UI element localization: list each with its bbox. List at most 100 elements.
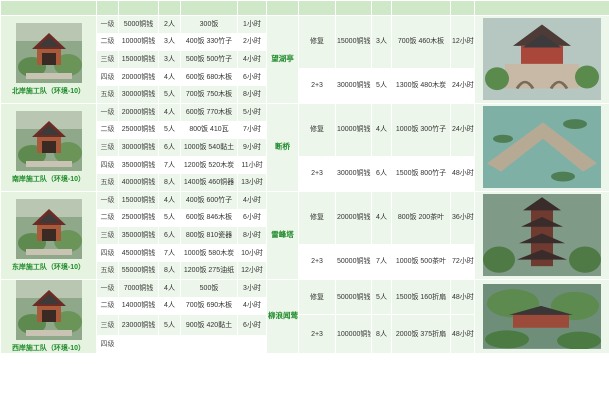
level-cell: 四级 xyxy=(96,155,119,175)
header-cost xyxy=(118,0,159,16)
time-cell: 13小时 xyxy=(237,173,267,192)
team-cell: 西岸施工队（环境-10） xyxy=(0,278,97,354)
upgrade-cost-cell: 100000铜钱 xyxy=(335,314,372,354)
cost-cell: 40000铜钱 xyxy=(118,173,159,192)
table-row: 南岸施工队（环境-10） 一级 20000铜钱 4人 600饭 770木板 5小时 断桥 修复… xyxy=(0,102,609,192)
cost-cell: 14000铜钱 xyxy=(118,296,159,316)
building-preview-image xyxy=(483,106,601,189)
upgrade-type-cell: 修复 xyxy=(298,102,336,157)
team-thumbnail xyxy=(15,198,82,259)
time-cell: 6小时 xyxy=(237,67,267,87)
people-cell: 5人 xyxy=(158,120,181,140)
upgrade-time-cell: 48小时 xyxy=(450,314,475,354)
header-building xyxy=(266,0,299,16)
header-repair xyxy=(298,0,336,16)
upgrade-material-cell: 1500饭 160折扇 xyxy=(391,278,451,316)
team-cell: 东岸施工队（环境-10） xyxy=(0,190,97,280)
upgrade-people-cell: 7人 xyxy=(371,243,392,280)
preview-cell xyxy=(474,190,609,280)
people-cell: 4人 xyxy=(158,102,181,122)
time-cell: 6小时 xyxy=(237,314,267,337)
time-cell: 4小时 xyxy=(237,190,267,210)
material-cell: 600饭 846木板 xyxy=(180,208,238,228)
building-cell: 断桥 xyxy=(266,102,299,192)
time-cell: 8小时 xyxy=(237,85,267,104)
header-repair-time xyxy=(450,0,475,16)
material-cell: 1000饭 580木炭 xyxy=(180,243,238,263)
construction-table: 北岸施工队（环境-10） 一级 5000铜钱 2人 300饭 1小时 望湖亭 修复 15000铜… xyxy=(0,0,609,354)
level-cell: 三级 xyxy=(96,314,119,337)
upgrade-time-cell: 36小时 xyxy=(450,190,475,245)
material-cell: 1200饭 520木炭 xyxy=(180,155,238,175)
level-cell: 二级 xyxy=(96,296,119,316)
header-preview xyxy=(474,0,609,16)
upgrade-cost-cell: 15000铜钱 xyxy=(335,15,372,69)
cost-cell: 10000铜钱 xyxy=(118,32,159,52)
upgrade-cost-cell: 30000铜钱 xyxy=(335,67,372,104)
material-cell: 1400饭 460铜器 xyxy=(180,173,238,192)
level-cell: 一级 xyxy=(96,278,119,298)
cost-cell: 45000铜钱 xyxy=(118,243,159,263)
team-cell: 南岸施工队（环境-10） xyxy=(0,102,97,192)
level-cell: 二级 xyxy=(96,208,119,228)
building-name: 雷峰塔 xyxy=(271,230,294,240)
building-name: 望湖亭 xyxy=(271,54,294,64)
cost-cell: 15000铜钱 xyxy=(118,190,159,210)
building-preview-image xyxy=(483,18,601,101)
people-cell: 8人 xyxy=(158,173,181,192)
upgrade-type-cell: 2+3 xyxy=(298,314,336,354)
material-cell: 400饭 600竹子 xyxy=(180,190,238,210)
material-cell: 500饭 xyxy=(180,278,238,298)
level-cell: 四级 xyxy=(96,243,119,263)
people-cell: 6人 xyxy=(158,226,181,245)
level-cell: 五级 xyxy=(96,85,119,104)
people-cell: 4人 xyxy=(158,278,181,298)
time-cell: 9小时 xyxy=(237,138,267,157)
time-cell: 4小时 xyxy=(237,50,267,69)
upgrade-cost-cell: 50000铜钱 xyxy=(335,278,372,316)
team-name: 西岸施工队（环境-10） xyxy=(11,344,86,352)
material-cell: 900饭 420黏土 xyxy=(180,314,238,337)
material-cell: 1000饭 540黏土 xyxy=(180,138,238,157)
people-cell xyxy=(158,335,181,354)
building-preview-image xyxy=(483,194,601,277)
time-cell: 3小时 xyxy=(237,278,267,298)
level-cell: 一级 xyxy=(96,15,119,34)
building-cell: 柳浪闻莺 xyxy=(266,278,299,354)
cost-cell xyxy=(118,335,159,354)
table-row: 东岸施工队（环境-10） 一级 15000铜钱 4人 400饭 600竹子 4小时 雷峰塔修… xyxy=(0,190,609,280)
upgrade-people-cell: 5人 xyxy=(371,67,392,104)
material-cell: 800饭 410瓦 xyxy=(180,120,238,140)
header-repair-cost xyxy=(335,0,372,16)
upgrade-cost-cell: 10000铜钱 xyxy=(335,102,372,157)
building-cell: 雷峰塔 xyxy=(266,190,299,280)
level-cell: 五级 xyxy=(96,261,119,280)
people-cell: 3人 xyxy=(158,50,181,69)
time-cell: 5小时 xyxy=(237,102,267,122)
upgrade-type-cell: 修复 xyxy=(298,15,336,69)
time-cell: 11小时 xyxy=(237,155,267,175)
header-repair-material xyxy=(391,0,451,16)
upgrade-material-cell: 700饭 460木板 xyxy=(391,15,451,69)
material-cell xyxy=(180,335,238,354)
header-team xyxy=(0,0,97,16)
level-cell: 三级 xyxy=(96,138,119,157)
level-cell: 一级 xyxy=(96,190,119,210)
time-cell: 4小时 xyxy=(237,296,267,316)
preview-cell xyxy=(474,102,609,192)
material-cell: 700饭 690木板 xyxy=(180,296,238,316)
upgrade-material-cell: 2000饭 375折扇 xyxy=(391,314,451,354)
people-cell: 8人 xyxy=(158,261,181,280)
material-cell: 800饭 810瓷器 xyxy=(180,226,238,245)
people-cell: 6人 xyxy=(158,138,181,157)
material-cell: 500饭 500竹子 xyxy=(180,50,238,69)
cost-cell: 25000铜钱 xyxy=(118,208,159,228)
header-people xyxy=(158,0,181,16)
upgrade-cost-cell: 50000铜钱 xyxy=(335,243,372,280)
building-name: 柳浪闻莺 xyxy=(268,311,298,321)
material-cell: 600饭 770木板 xyxy=(180,102,238,122)
upgrade-type-cell: 2+3 xyxy=(298,243,336,280)
material-cell: 600饭 680木板 xyxy=(180,67,238,87)
table-row: 北岸施工队（环境-10） 一级 5000铜钱 2人 300饭 1小时 望湖亭 修复 15000铜… xyxy=(0,15,609,104)
building-cell: 望湖亭 xyxy=(266,15,299,104)
